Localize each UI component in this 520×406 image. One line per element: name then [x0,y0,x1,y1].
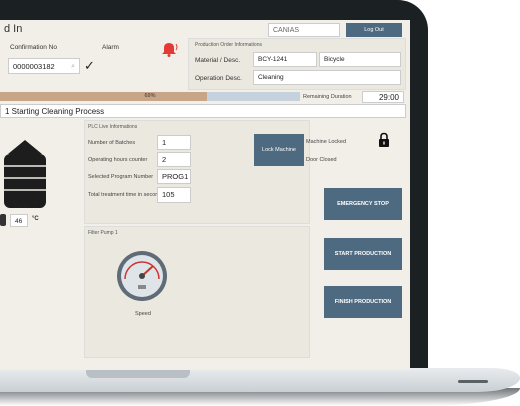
finish-production-button[interactable]: FINISH PRODUCTION [324,286,402,318]
plc-row-value: 2 [157,152,191,167]
lock-icon [378,132,390,148]
page-title: d In [4,23,23,35]
remaining-field: 29:00 [362,91,404,103]
thermometer-icon [0,214,6,226]
plc-row-label: Operating hours counter [88,157,148,163]
logout-button[interactable]: Log Out [346,23,402,37]
plc-title: PLC Live Informations [88,124,138,130]
operation-field[interactable]: Cleaning [253,70,401,85]
tank-temp-unit: °C [32,216,39,222]
gauge-label: Speed [135,311,151,317]
progress-bar: 69% [0,92,300,101]
app-screen: d In CANIAS Log Out Confirmation No 0000… [0,20,410,370]
plc-row-value: 1 [157,135,191,150]
plc-row-value: 105 [157,187,191,203]
production-order-title: Production Order Informations [195,42,262,48]
laptop-indicator [458,380,488,383]
pump-title: Filter Pump 1 [88,230,118,236]
laptop-notch [86,370,190,378]
emergency-stop-button[interactable]: EMERGENCY STOP [324,188,402,220]
user-field[interactable]: CANIAS [268,23,340,37]
lock-machine-button[interactable]: Lock Machine [254,134,304,166]
door-closed-status: Door Closed [306,157,337,163]
remaining-label: Remaining Duration [303,94,352,100]
confirmation-value: 0000003182 [13,62,55,71]
plc-row-value: PROG1 [157,169,191,184]
pump-panel: Filter Pump 1 Speed [84,226,310,358]
progress-percent: 69% [144,93,156,99]
confirmation-label: Confirmation No [10,44,57,51]
material-desc-field[interactable]: Bicycle [319,52,401,67]
production-order-panel: Production Order Informations Material /… [188,38,406,90]
speed-gauge-icon [115,249,169,303]
machine-locked-status: Machine Locked [306,139,347,145]
material-code-field[interactable]: BCY-1241 [253,52,317,67]
tank-name: Tank 2 [12,200,38,210]
material-label: Material / Desc. [195,57,241,64]
alarm-bell-icon [160,41,178,57]
confirmation-input[interactable]: 0000003182 ⌕ [8,58,80,74]
alarm-label: Alarm [102,44,119,51]
start-production-button[interactable]: START PRODUCTION [324,238,402,270]
plc-row-label: Selected Program Number [88,174,154,180]
search-icon[interactable]: ⌕ [71,59,75,75]
plc-row-label: Number of Batches [88,140,136,146]
check-icon: ✓ [84,58,95,73]
laptop-base [0,368,520,392]
status-field: 1 Starting Cleaning Process [0,104,406,118]
operation-label: Operation Desc. [195,75,242,82]
tank-temp-field: 46 [10,214,28,227]
plc-row-label: Total treatment time in seconds [88,192,165,198]
